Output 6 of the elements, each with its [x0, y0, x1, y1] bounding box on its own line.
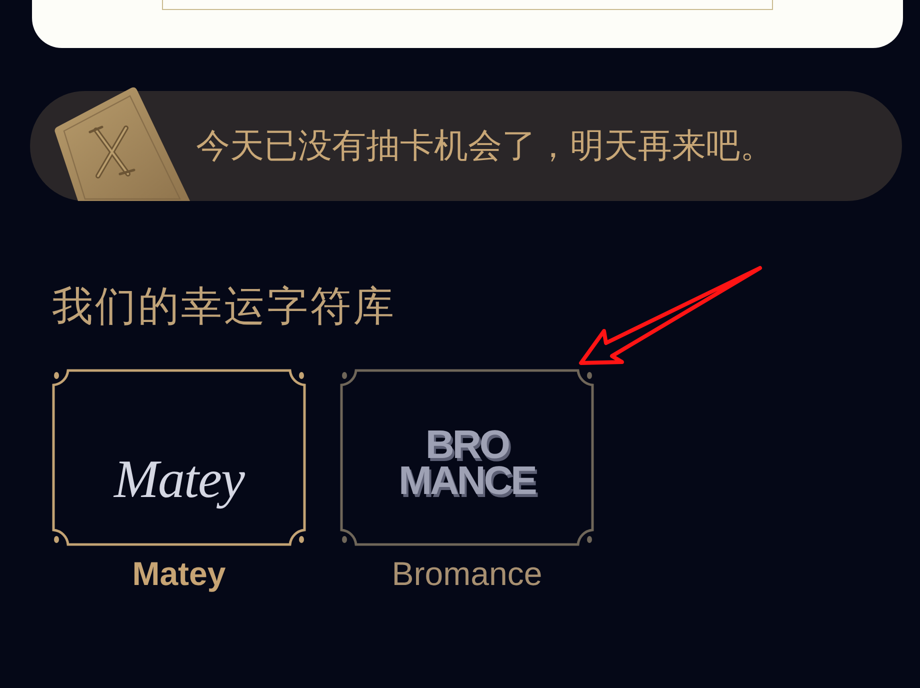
- font-card[interactable]: Matey: [52, 369, 306, 546]
- notice-text: 今天已没有抽卡机会了，明天再来吧。: [196, 126, 774, 166]
- font-name: Bromance: [392, 554, 542, 594]
- section-title: 我们的幸运字符库: [52, 282, 396, 332]
- font-name: Matey: [132, 554, 226, 594]
- font-card[interactable]: BRO MANCE: [340, 369, 594, 546]
